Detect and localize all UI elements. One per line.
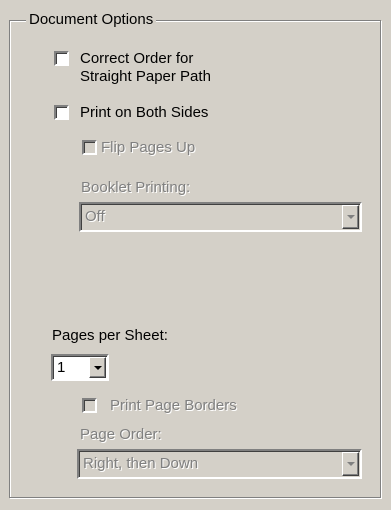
pages-per-sheet-select[interactable]: 1 (51, 354, 109, 381)
document-options-title: Document Options (26, 10, 157, 30)
flip-pages-up-label[interactable]: Flip Pages Up (101, 138, 195, 157)
chevron-down-icon (346, 462, 355, 466)
chevron-down-icon (93, 365, 102, 370)
document-options-groupbox (9, 20, 381, 498)
booklet-printing-label: Booklet Printing: (81, 179, 191, 196)
pages-per-sheet-label: Pages per Sheet: (52, 327, 168, 344)
pages-per-sheet-dropdown-button[interactable] (89, 357, 106, 378)
page-order-select[interactable]: Right, then Down (77, 449, 362, 479)
page-order-value: Right, then Down (83, 455, 199, 472)
correct-order-label-line1[interactable]: Correct Order for (80, 49, 193, 68)
print-both-sides-label[interactable]: Print on Both Sides (80, 103, 208, 122)
booklet-printing-value: Off (85, 208, 105, 225)
correct-order-checkbox[interactable] (54, 51, 69, 66)
booklet-printing-select[interactable]: Off (79, 202, 362, 232)
chevron-down-icon (346, 215, 355, 219)
booklet-printing-dropdown-button[interactable] (342, 205, 359, 229)
page-order-dropdown-button[interactable] (342, 452, 359, 476)
print-page-borders-checkbox[interactable] (82, 398, 97, 413)
print-page-borders-label[interactable]: Print Page Borders (110, 396, 237, 415)
page-order-label: Page Order: (80, 426, 162, 443)
pages-per-sheet-value: 1 (57, 359, 66, 376)
print-both-sides-checkbox[interactable] (54, 105, 69, 120)
flip-pages-up-checkbox[interactable] (82, 140, 97, 155)
correct-order-label-line2[interactable]: Straight Paper Path (80, 67, 211, 86)
